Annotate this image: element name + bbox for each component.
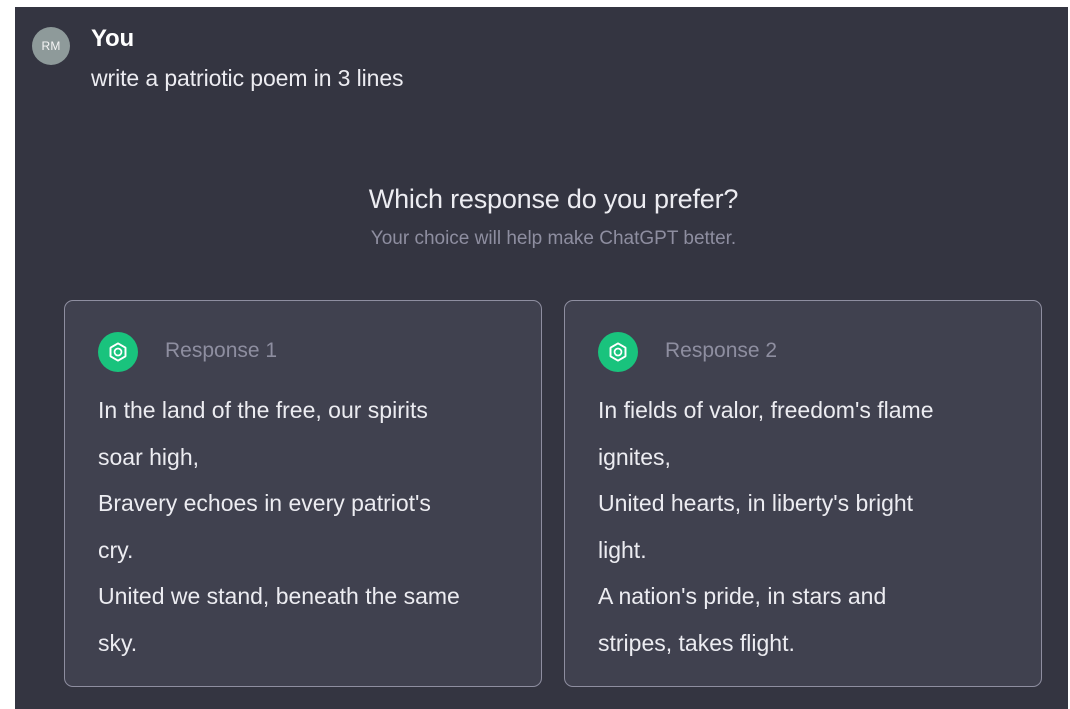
response-line: soar high,: [98, 443, 200, 470]
response-label-1: Response 1: [165, 339, 278, 362]
response-card-1[interactable]: Response 1 In the land of the free, our …: [64, 300, 542, 687]
chat-panel: RM You write a patriotic poem in 3 lines…: [15, 7, 1068, 709]
response-line: sky.: [98, 629, 138, 656]
response-line: Bravery echoes in every patriot's: [98, 490, 431, 516]
response-line: In the land of the free, our spirits: [98, 397, 428, 423]
response-line: stripes, takes flight.: [598, 629, 795, 656]
response-label-2: Response 2: [665, 339, 778, 362]
response-line: United hearts, in liberty's bright: [598, 490, 914, 516]
preference-question: Which response do you prefer?: [368, 184, 739, 214]
response-line: light.: [598, 536, 647, 563]
response-line: cry.: [98, 536, 134, 563]
response-line: A nation's pride, in stars and: [598, 583, 887, 609]
response-line: In fields of valor, freedom's flame: [598, 397, 934, 423]
user-avatar: RM: [32, 27, 70, 65]
user-message: write a patriotic poem in 3 lines: [91, 65, 404, 91]
response-line: United we stand, beneath the same: [98, 583, 460, 609]
response-text-2: In fields of valor, freedom's flame igni…: [598, 387, 1028, 666]
response-card-2[interactable]: Response 2 In fields of valor, freedom's…: [564, 300, 1042, 687]
response-text-1: In the land of the free, our spirits soa…: [98, 387, 528, 666]
openai-logo-icon: [598, 332, 638, 372]
openai-logo-icon: [98, 332, 138, 372]
preference-subtitle: Your choice will help make ChatGPT bette…: [370, 228, 737, 249]
user-name: You: [91, 25, 134, 52]
response-line: ignites,: [598, 443, 671, 470]
